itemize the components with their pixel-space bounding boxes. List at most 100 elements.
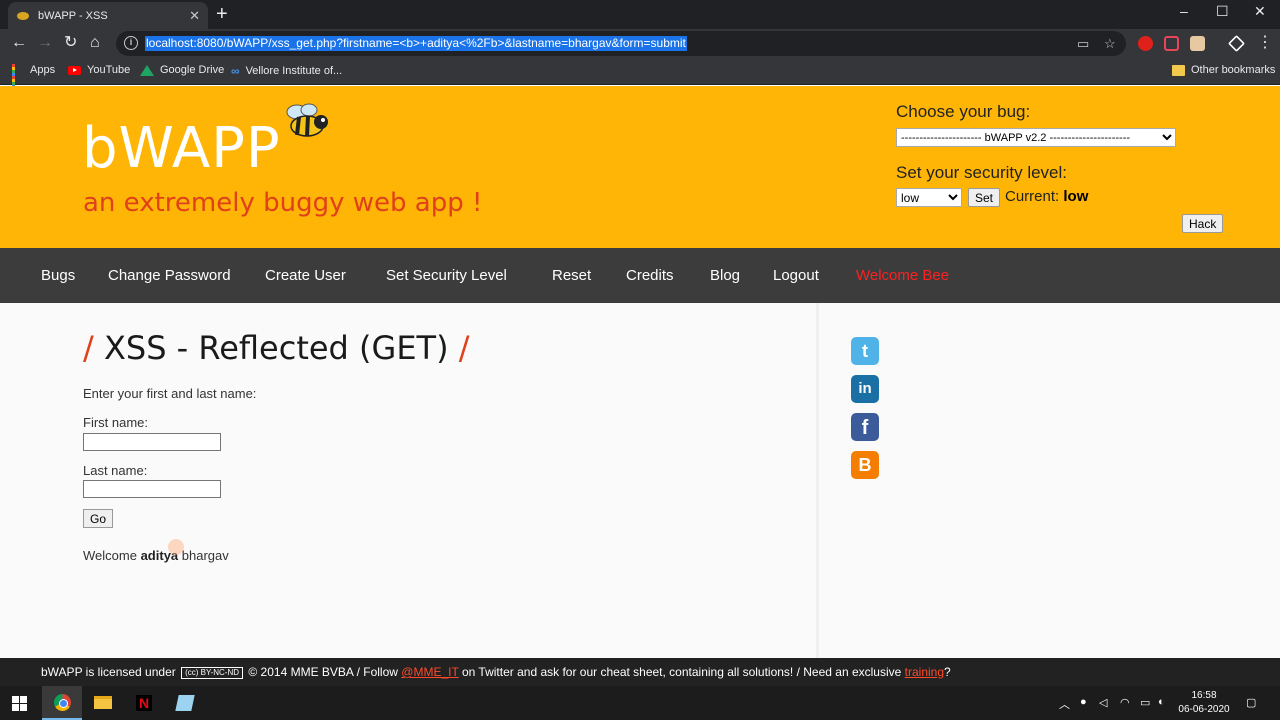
mouse-cursor-highlight: [168, 539, 184, 555]
bookmark-label: Apps: [30, 64, 56, 76]
linkedin-icon[interactable]: in: [851, 375, 879, 403]
taskbar-chrome[interactable]: [42, 686, 82, 720]
bookmark-vit[interactable]: ∞ Vellore Institute of...: [231, 64, 342, 78]
bookmark-star-icon[interactable]: ☆: [1104, 36, 1116, 52]
site-header: bWAPP an extremely buggy web app ! Choos…: [0, 86, 1280, 248]
nav-logout[interactable]: Logout: [773, 267, 819, 284]
clock-time: 16:58: [1191, 690, 1217, 701]
tray-chevron-icon[interactable]: ︿: [1059, 696, 1070, 712]
nav-blog[interactable]: Blog: [710, 267, 740, 284]
main-content: / XSS - Reflected (GET) / Enter your fir…: [0, 303, 1280, 658]
content-divider: [816, 303, 819, 658]
address-bar[interactable]: i localhost:8080/bWAPP/xss_get.php?first…: [116, 31, 1126, 56]
nav-reset[interactable]: Reset: [552, 267, 591, 284]
title-slash-left: /: [83, 329, 94, 367]
windows-start-icon[interactable]: [12, 696, 27, 711]
set-security-button[interactable]: Set: [968, 188, 1001, 207]
taskbar-file-explorer[interactable]: [83, 686, 123, 720]
notifications-icon[interactable]: ▢: [1246, 696, 1256, 709]
home-button[interactable]: ⌂: [90, 34, 100, 52]
footer-end: ?: [944, 665, 951, 679]
site-tagline: an extremely buggy web app !: [83, 188, 483, 218]
current-label: Current:: [1005, 188, 1060, 205]
netflix-icon: N: [136, 695, 152, 711]
tab-close-icon[interactable]: ✕: [189, 8, 200, 24]
title-slash-right: /: [458, 329, 470, 367]
bookmark-label: YouTube: [87, 64, 131, 76]
nav-create-user[interactable]: Create User: [265, 267, 346, 284]
chrome-icon: [54, 694, 71, 711]
extension-warning-icon[interactable]: [1228, 35, 1245, 52]
file-explorer-icon: [94, 696, 112, 709]
weather-icon[interactable]: ◐: [1158, 696, 1165, 708]
browser-toolbar: ← → ↻ ⌂ i localhost:8080/bWAPP/xss_get.p…: [0, 29, 1280, 58]
pocket-icon[interactable]: [1164, 36, 1179, 51]
nav-bugs[interactable]: Bugs: [41, 267, 75, 284]
extension-red-icon[interactable]: [1138, 36, 1153, 51]
bookmark-google-drive[interactable]: Google Drive: [140, 64, 224, 76]
footer-text: bWAPP is licensed under (cc) BY-NC-ND © …: [41, 665, 951, 679]
menu-icon[interactable]: ⋮: [1257, 34, 1273, 52]
bookmark-label: Google Drive: [160, 64, 225, 76]
last-name-label: Last name:: [83, 463, 148, 478]
welcome-lastname: bhargav: [181, 548, 229, 563]
wifi-icon[interactable]: ◠: [1120, 696, 1130, 709]
google-drive-icon: [140, 64, 154, 76]
first-name-input[interactable]: [83, 433, 221, 451]
bookmark-apps[interactable]: Apps: [12, 64, 56, 91]
maximize-button[interactable]: ☐: [1216, 3, 1229, 20]
nav-change-password[interactable]: Change Password: [108, 267, 231, 284]
footer-cheatsheet-text: on Twitter and ask for our cheat sheet, …: [461, 665, 902, 679]
bug-select[interactable]: ---------------------- bWAPP v2.2 ------…: [896, 128, 1176, 147]
page-title-text: XSS - Reflected (GET): [103, 329, 449, 367]
other-bookmarks-label: Other bookmarks: [1191, 64, 1276, 76]
twitter-icon[interactable]: t: [851, 337, 879, 365]
close-window-button[interactable]: ✕: [1254, 3, 1266, 20]
site-logo: bWAPP: [82, 116, 281, 181]
twitter-handle-link[interactable]: @MME_IT: [401, 665, 458, 679]
last-name-input[interactable]: [83, 480, 221, 498]
facebook-icon[interactable]: f: [851, 413, 879, 441]
site-info-icon[interactable]: i: [124, 36, 138, 50]
url-text[interactable]: localhost:8080/bWAPP/xss_get.php?firstna…: [145, 36, 687, 51]
current-value: low: [1063, 188, 1089, 205]
nav-credits[interactable]: Credits: [626, 267, 674, 284]
browser-tab[interactable]: bWAPP - XSS ✕: [8, 2, 208, 29]
minimize-button[interactable]: –: [1180, 3, 1188, 19]
youtube-icon: [68, 65, 81, 75]
nav-set-security-level[interactable]: Set Security Level: [386, 267, 507, 284]
taskbar-app[interactable]: [165, 686, 205, 720]
name-prompt: Enter your first and last name:: [83, 386, 257, 401]
new-tab-button[interactable]: +: [216, 4, 228, 24]
blogger-icon[interactable]: B: [851, 451, 879, 479]
extension-face-icon[interactable]: [1190, 36, 1205, 51]
hack-button[interactable]: Hack: [1182, 214, 1224, 233]
volume-icon[interactable]: ◁: [1099, 696, 1107, 709]
reload-button[interactable]: ↻: [64, 34, 77, 52]
current-security: Current: low: [1005, 188, 1088, 205]
go-button[interactable]: Go: [83, 509, 114, 528]
bookmark-youtube[interactable]: YouTube: [68, 64, 130, 76]
browser-tab-strip: bWAPP - XSS ✕ + – ☐ ✕: [0, 0, 1280, 29]
welcome-output: Welcome aditya bhargav: [83, 548, 229, 563]
nav-welcome-user[interactable]: Welcome Bee: [856, 267, 949, 284]
site-footer: bWAPP is licensed under (cc) BY-NC-ND © …: [0, 658, 1280, 686]
taskbar-clock[interactable]: 16:58 06-06-2020: [1174, 689, 1234, 717]
cc-license-badge[interactable]: (cc) BY-NC-ND: [181, 667, 244, 679]
battery-icon[interactable]: ▭: [1140, 696, 1150, 709]
back-button[interactable]: ←: [11, 34, 27, 52]
apps-grid-icon: [12, 64, 24, 91]
microphone-icon[interactable]: ●: [1080, 696, 1087, 708]
cast-icon[interactable]: ▭: [1077, 36, 1089, 52]
other-bookmarks[interactable]: Other bookmarks: [1172, 64, 1275, 76]
security-level-select[interactable]: low: [896, 188, 962, 207]
taskbar-netflix[interactable]: N: [124, 686, 164, 720]
windows-taskbar: N ︿ ● ◁ ◠ ▭ ◐ 16:58 06-06-2020 ▢: [0, 686, 1280, 720]
security-level-label: Set your security level:: [896, 163, 1068, 182]
training-link[interactable]: training: [905, 665, 944, 679]
bee-icon: [286, 103, 328, 137]
first-name-label: First name:: [83, 415, 149, 430]
welcome-prefix: Welcome: [83, 548, 137, 563]
forward-button[interactable]: →: [37, 34, 53, 52]
clock-date: 06-06-2020: [1178, 704, 1230, 715]
